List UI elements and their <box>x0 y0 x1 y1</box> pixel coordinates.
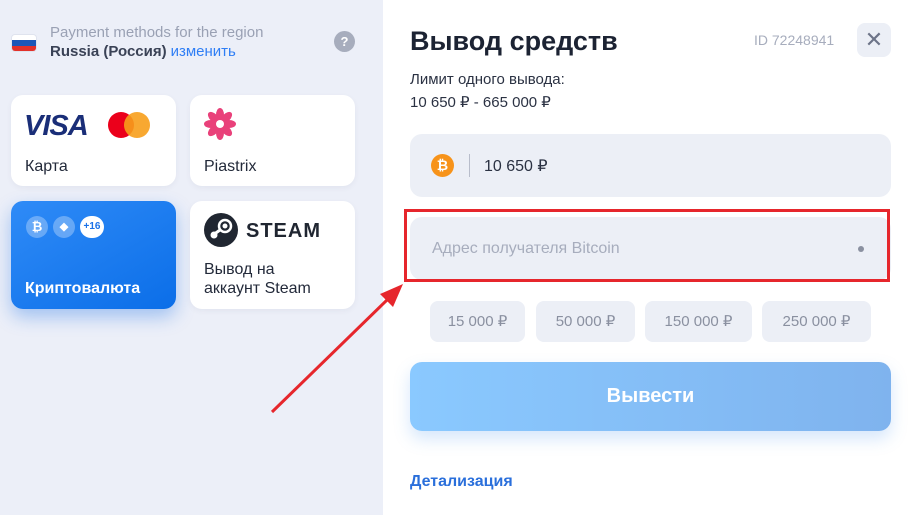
field-divider <box>469 154 470 177</box>
bitcoin-coin-icon: ₿ <box>26 216 48 238</box>
change-region-link[interactable]: изменить <box>171 43 236 60</box>
amount-input[interactable] <box>484 134 864 197</box>
withdraw-panel: Вывод средств ID 72248941 ✕ Лимит одного… <box>383 0 917 515</box>
details-link[interactable]: Детализация <box>410 473 513 491</box>
method-card-label: Карта <box>25 158 68 175</box>
highlight-box <box>404 209 890 282</box>
payment-methods-panel: Payment methods for the region Russia (Р… <box>0 0 383 515</box>
piastrix-flower-icon <box>204 108 236 140</box>
limit-value: 10 650 ₽ - 665 000 ₽ <box>410 94 551 111</box>
limit-label: Лимит одного вывода: <box>410 71 565 88</box>
region-title: Payment methods for the region <box>50 24 264 41</box>
method-card-piastrix[interactable]: Piastrix <box>190 95 355 186</box>
quick-amount-150000[interactable]: 150 000 ₽ <box>645 301 752 342</box>
method-card-label-line2: аккаунт Steam <box>204 280 311 297</box>
help-icon[interactable]: ? <box>334 31 355 52</box>
ethereum-coin-icon: ◆ <box>53 216 75 238</box>
visa-logo-icon: VISA <box>24 110 89 142</box>
bitcoin-icon: ₿ <box>431 154 454 177</box>
mastercard-logo-icon-overlap <box>124 112 150 138</box>
quick-amount-250000[interactable]: 250 000 ₽ <box>762 301 871 342</box>
region-name: Russia (Россия) <box>50 43 167 60</box>
amount-field: ₿ <box>410 134 891 197</box>
steam-logo-glyph <box>210 218 233 239</box>
russia-flag-icon <box>12 35 36 51</box>
method-card-label-line1: Вывод на <box>204 261 275 278</box>
region-selector: Payment methods for the region Russia (Р… <box>0 0 383 75</box>
more-coins-badge: +16 <box>80 216 104 238</box>
steam-wordmark: STEAM <box>246 220 321 242</box>
quick-amount-15000[interactable]: 15 000 ₽ <box>430 301 525 342</box>
region-value: Russia (Россия) изменить <box>50 43 236 60</box>
method-card-label: Piastrix <box>204 158 257 175</box>
user-id: ID 72248941 <box>754 32 835 48</box>
withdraw-button[interactable]: Вывести <box>410 362 891 431</box>
close-icon[interactable]: ✕ <box>857 23 891 57</box>
method-card-label: Криптовалюта <box>25 280 141 297</box>
steam-logo-icon <box>204 213 238 247</box>
page-title: Вывод средств <box>410 26 618 56</box>
quick-amount-50000[interactable]: 50 000 ₽ <box>536 301 635 342</box>
